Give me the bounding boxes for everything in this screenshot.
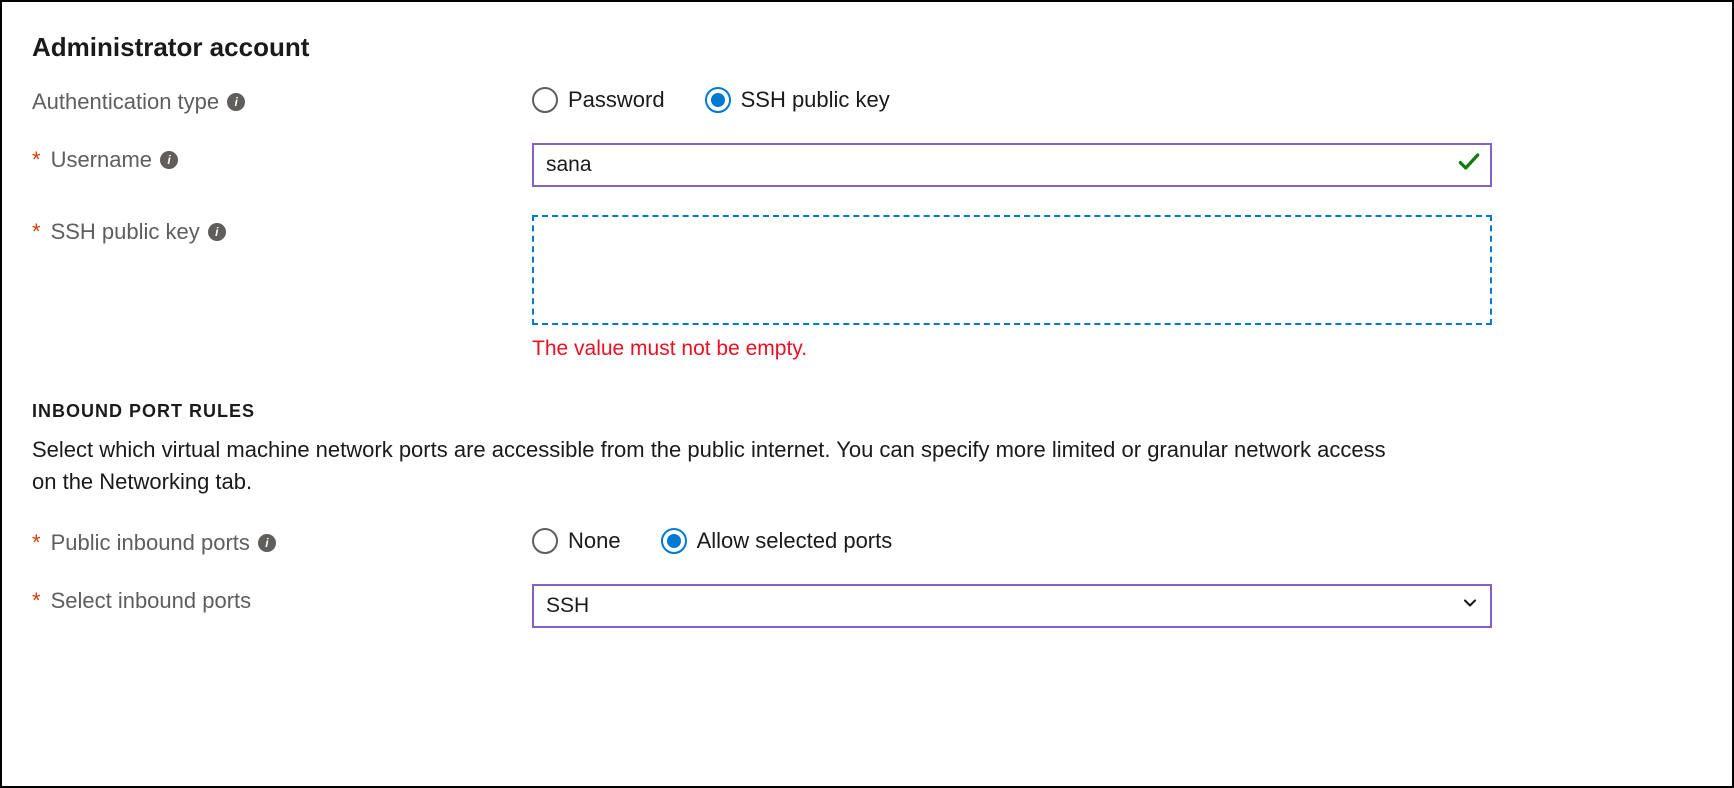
select-ports-wrap: SSH xyxy=(532,584,1492,628)
ssh-key-error: The value must not be empty. xyxy=(532,337,1492,361)
radio-label-password: Password xyxy=(568,87,665,113)
radio-circle-icon xyxy=(532,528,558,554)
section-desc-inbound: Select which virtual machine network por… xyxy=(32,434,1392,498)
required-asterisk: * xyxy=(32,530,41,556)
radio-label-none: None xyxy=(568,528,621,554)
radio-none[interactable]: None xyxy=(532,528,621,554)
row-select-ports: * Select inbound ports SSH xyxy=(32,584,1702,628)
form-panel: Administrator account Authentication typ… xyxy=(0,0,1734,788)
label-text-username: Username xyxy=(51,147,152,173)
radio-circle-icon xyxy=(705,87,731,113)
label-username: * Username i xyxy=(32,143,532,173)
info-icon[interactable]: i xyxy=(160,151,178,169)
radio-circle-icon xyxy=(532,87,558,113)
row-username: * Username i xyxy=(32,143,1702,187)
label-ssh-key: * SSH public key i xyxy=(32,215,532,245)
required-asterisk: * xyxy=(32,219,41,245)
ssh-key-input[interactable] xyxy=(532,215,1492,325)
radio-label-ssh: SSH public key xyxy=(741,87,890,113)
required-asterisk: * xyxy=(32,588,41,614)
radio-circle-icon xyxy=(661,528,687,554)
username-input-wrap xyxy=(532,143,1492,187)
section-title-admin: Administrator account xyxy=(32,32,1702,63)
label-text-auth-type: Authentication type xyxy=(32,89,219,115)
label-text-select-ports: Select inbound ports xyxy=(51,588,252,614)
info-icon[interactable]: i xyxy=(227,93,245,111)
row-ssh-key: * SSH public key i The value must not be… xyxy=(32,215,1702,361)
label-public-ports: * Public inbound ports i xyxy=(32,526,532,556)
label-text-public-ports: Public inbound ports xyxy=(51,530,250,556)
radio-ssh[interactable]: SSH public key xyxy=(705,87,890,113)
row-auth-type: Authentication type i Password SSH publi… xyxy=(32,85,1702,115)
select-ports-dropdown[interactable]: SSH xyxy=(532,584,1492,628)
label-text-ssh-key: SSH public key xyxy=(51,219,200,245)
info-icon[interactable]: i xyxy=(208,223,226,241)
required-asterisk: * xyxy=(32,147,41,173)
info-icon[interactable]: i xyxy=(258,534,276,552)
select-ports-value: SSH xyxy=(546,594,589,618)
radio-label-allow: Allow selected ports xyxy=(697,528,893,554)
section-title-inbound: INBOUND PORT RULES xyxy=(32,401,1702,422)
row-public-ports: * Public inbound ports i None Allow sele… xyxy=(32,526,1702,556)
radio-group-public-ports: None Allow selected ports xyxy=(532,526,1492,554)
radio-allow[interactable]: Allow selected ports xyxy=(661,528,893,554)
label-auth-type: Authentication type i xyxy=(32,85,532,115)
label-select-ports: * Select inbound ports xyxy=(32,584,532,614)
radio-password[interactable]: Password xyxy=(532,87,665,113)
radio-group-auth-type: Password SSH public key xyxy=(532,85,1492,113)
username-input[interactable] xyxy=(532,143,1492,187)
